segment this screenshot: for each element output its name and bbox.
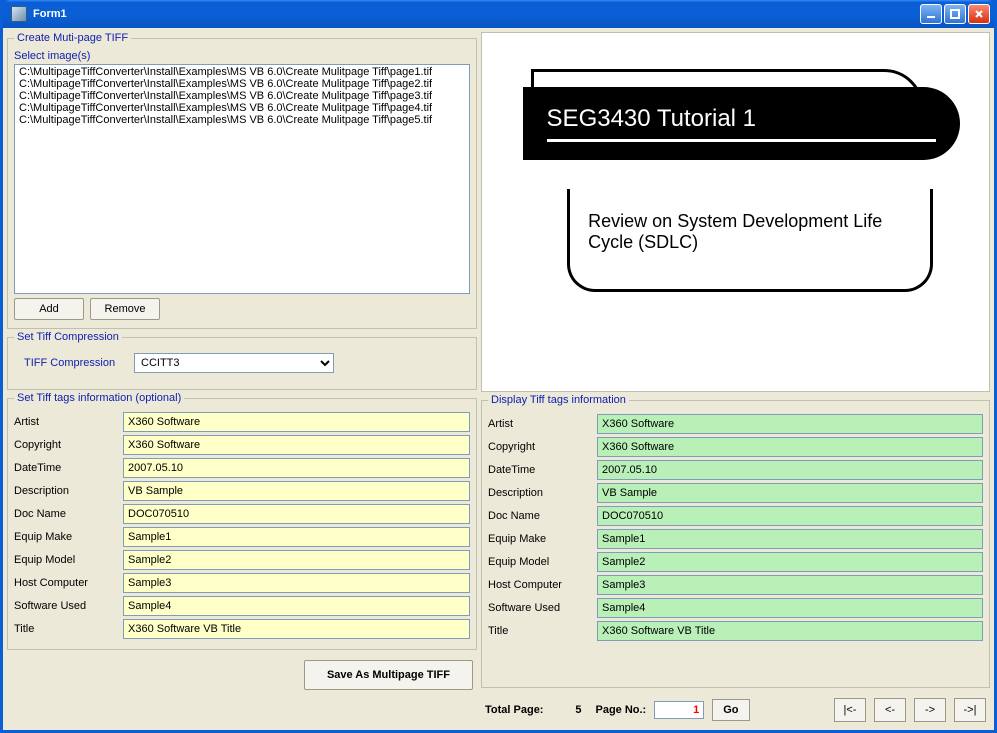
go-button[interactable]: Go [712,699,749,721]
last-page-button[interactable]: ->| [954,698,986,722]
preview-heading: SEG3430 Tutorial 1 [547,105,756,132]
r-equipmodel-value [597,552,983,572]
list-item[interactable]: C:\MultipageTiffConverter\Install\Exampl… [16,66,468,78]
preview-subtitle: Review on System Development Life Cycle … [567,189,933,292]
titlebar: Form1 [3,0,994,28]
softwareused-label: Software Used [14,600,119,612]
r-artist-label: Artist [488,418,593,430]
maximize-button[interactable] [944,4,966,24]
total-page-value: 5 [551,704,581,716]
r-datetime-label: DateTime [488,464,593,476]
create-group: Create Muti-page TIFF Select image(s) C:… [7,32,477,329]
r-copyright-value [597,437,983,457]
select-images-label: Select image(s) [14,50,470,62]
artist-label: Artist [14,416,119,428]
artist-input[interactable] [123,412,470,432]
save-button[interactable]: Save As Multipage TIFF [304,660,473,690]
description-input[interactable] [123,481,470,501]
list-item[interactable]: C:\MultipageTiffConverter\Install\Exampl… [16,102,468,114]
list-item[interactable]: C:\MultipageTiffConverter\Install\Exampl… [16,114,468,126]
equipmodel-input[interactable] [123,550,470,570]
equipmake-label: Equip Make [14,531,119,543]
preview-pane: SEG3430 Tutorial 1 Review on System Deve… [481,32,990,392]
prev-page-button[interactable]: <- [874,698,906,722]
set-tags-group: Set Tiff tags information (optional) Art… [7,392,477,650]
r-artist-value [597,414,983,434]
r-equipmodel-label: Equip Model [488,556,593,568]
copyright-label: Copyright [14,439,119,451]
r-title-value [597,621,983,641]
r-copyright-label: Copyright [488,441,593,453]
r-description-value [597,483,983,503]
pageno-input[interactable] [654,701,704,719]
app-icon [11,6,27,22]
r-description-label: Description [488,487,593,499]
equipmodel-label: Equip Model [14,554,119,566]
r-softwareused-label: Software Used [488,602,593,614]
first-page-button[interactable]: |<- [834,698,866,722]
minimize-button[interactable] [920,4,942,24]
add-button[interactable]: Add [14,298,84,320]
list-item[interactable]: C:\MultipageTiffConverter\Install\Exampl… [16,78,468,90]
compression-label: TIFF Compression [24,357,124,369]
close-button[interactable] [968,4,990,24]
r-title-label: Title [488,625,593,637]
r-softwareused-value [597,598,983,618]
datetime-label: DateTime [14,462,119,474]
window-title: Form1 [33,8,920,20]
display-tags-group: Display Tiff tags information Artist Cop… [481,394,990,688]
hostcomputer-label: Host Computer [14,577,119,589]
docname-label: Doc Name [14,508,119,520]
docname-input[interactable] [123,504,470,524]
r-datetime-value [597,460,983,480]
image-listbox[interactable]: C:\MultipageTiffConverter\Install\Exampl… [14,64,470,294]
hostcomputer-input[interactable] [123,573,470,593]
list-item[interactable]: C:\MultipageTiffConverter\Install\Exampl… [16,90,468,102]
remove-button[interactable]: Remove [90,298,160,320]
equipmake-input[interactable] [123,527,470,547]
compression-select[interactable]: CCITT3 [134,353,334,373]
create-group-title: Create Muti-page TIFF [14,32,131,44]
display-tags-group-title: Display Tiff tags information [488,394,629,406]
softwareused-input[interactable] [123,596,470,616]
r-hostcomputer-label: Host Computer [488,579,593,591]
total-page-label: Total Page: [485,704,543,716]
compression-group-title: Set Tiff Compression [14,331,122,343]
pageno-label: Page No.: [595,704,646,716]
r-docname-value [597,506,983,526]
title-input[interactable] [123,619,470,639]
r-equipmake-value [597,529,983,549]
r-equipmake-label: Equip Make [488,533,593,545]
copyright-input[interactable] [123,435,470,455]
next-page-button[interactable]: -> [914,698,946,722]
compression-group: Set Tiff Compression TIFF Compression CC… [7,331,477,390]
set-tags-group-title: Set Tiff tags information (optional) [14,392,184,404]
description-label: Description [14,485,119,497]
r-hostcomputer-value [597,575,983,595]
datetime-input[interactable] [123,458,470,478]
r-docname-label: Doc Name [488,510,593,522]
title-label: Title [14,623,119,635]
